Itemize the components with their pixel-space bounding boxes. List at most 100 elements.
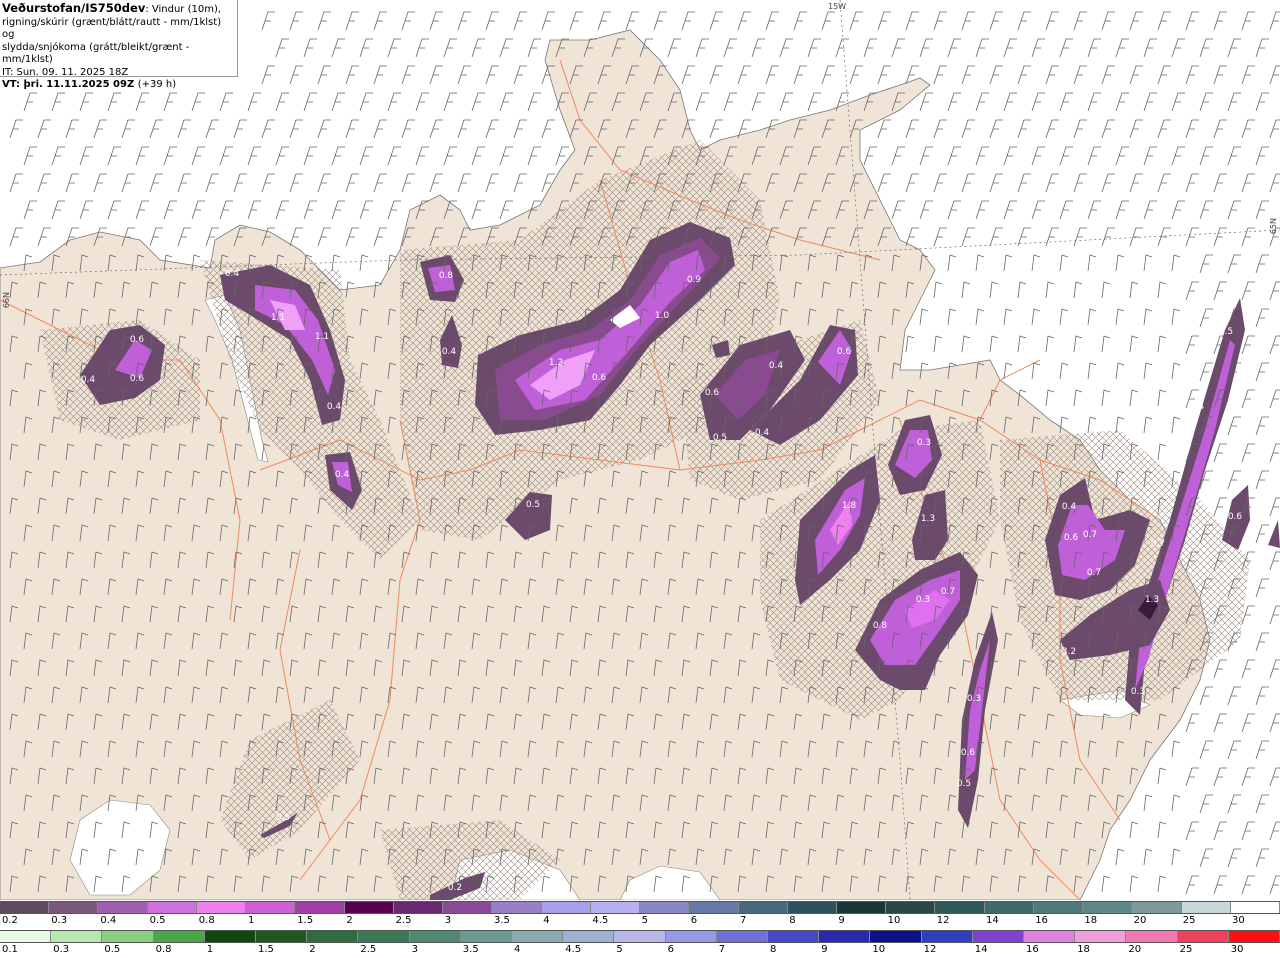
lat-label-left: 66N xyxy=(2,292,11,309)
legend-swatch xyxy=(886,902,936,913)
precip-value-label: 3.2 xyxy=(1062,647,1076,657)
legend-swatch xyxy=(492,902,542,913)
legend-tick-label: 8 xyxy=(789,915,796,926)
precip-value-label: 0.5 xyxy=(526,500,540,510)
legend-tick-label: 1.5 xyxy=(258,944,274,955)
legend-tick-label: 4 xyxy=(543,915,550,926)
legend-swatch xyxy=(256,931,308,942)
precip-value-label: 0.5 xyxy=(1219,327,1233,337)
legend-swatch xyxy=(935,902,985,913)
legend-tick-label: 0.2 xyxy=(2,915,18,926)
precip-value-label: 1.3 xyxy=(921,514,935,524)
legend-swatch xyxy=(1075,931,1127,942)
legend-tick-label: 9 xyxy=(838,915,845,926)
precip-value-label: 0.5 xyxy=(713,433,727,443)
precip-value-label: 0.3 xyxy=(916,595,930,605)
legend-tick-label: 12 xyxy=(936,915,950,926)
legend-swatch xyxy=(1177,931,1229,942)
legend-tick-label: 5 xyxy=(616,944,623,955)
legend-tick-label: 10 xyxy=(887,915,901,926)
legend-tick-label: 18 xyxy=(1084,915,1098,926)
legend-swatch xyxy=(590,902,641,913)
legend-swatch xyxy=(614,931,666,942)
legend-tick-label: 6 xyxy=(690,915,698,926)
legend-swatch xyxy=(1126,931,1178,942)
legend-tick-label: 12 xyxy=(923,944,937,955)
legend-swatch xyxy=(246,902,296,913)
legend-tick-label: 1 xyxy=(206,944,214,955)
legend-tick-label: 30 xyxy=(1232,915,1245,926)
legend-swatch xyxy=(0,931,52,942)
precip-value-label: 1.8 xyxy=(842,501,857,511)
precip-value-label: 0.6 xyxy=(705,388,720,398)
legend-tick-label: 14 xyxy=(974,944,988,955)
legend-swatch xyxy=(768,931,820,942)
legend-tick-label: 25 xyxy=(1182,915,1196,926)
legend-swatch xyxy=(204,931,257,942)
legend-swatch xyxy=(307,931,359,942)
precip-value-label: 0.2 xyxy=(448,883,462,893)
legend-swatch xyxy=(1033,902,1084,913)
legend-tick-label: 4.5 xyxy=(565,944,582,955)
legend-rain-ticks: 0.1 0.3 0.5 0.8 1 1.5 2 2.5 3 3.5 4 4.5 5 6 7 8 9 10 12 14 1… xyxy=(0,944,1280,957)
legend-swatch xyxy=(153,931,205,942)
legend-snow-swatches xyxy=(0,901,1280,914)
legend-tick-label: 20 xyxy=(1133,915,1147,926)
legend-tick-label: 8 xyxy=(770,944,777,955)
model-title: Veðurstofan/IS750dev xyxy=(2,1,146,15)
legend-swatch xyxy=(716,931,769,942)
legend-tick-label: 4.5 xyxy=(592,915,609,926)
legend-swatch xyxy=(512,931,564,942)
legend-tick-label: 1 xyxy=(248,915,255,926)
legend-swatch xyxy=(0,902,50,913)
precip-value-label: 0.3 xyxy=(967,694,981,704)
precip-value-label: 1.0 xyxy=(655,311,670,321)
valid-time: VT: þri. 11.11.2025 09Z (+39 h) xyxy=(2,79,177,90)
legend-tick-label: 3 xyxy=(411,944,418,955)
legend-swatch xyxy=(984,902,1034,913)
precip-value-label: 0.6 xyxy=(1064,533,1079,543)
precip-value-label: 1.2 xyxy=(549,358,563,368)
precip-value-label: 0.6 xyxy=(1228,512,1243,522)
legend-rain-swatches xyxy=(0,930,1280,943)
precip-value-label: 0.5 xyxy=(957,779,971,789)
legend-tick-label: 9 xyxy=(821,944,828,955)
legend-tick-label: 3 xyxy=(444,915,452,926)
precip-value-label: 0.4 xyxy=(1062,502,1077,512)
legend-swatch xyxy=(196,902,247,913)
precip-value-label: 1.1 xyxy=(315,332,329,342)
precip-value-label: 0.6 xyxy=(837,347,852,357)
precip-value-label: 0.9 xyxy=(687,275,702,285)
precip-value-label: 0.8 xyxy=(873,621,888,631)
legend-tick-label: 3.5 xyxy=(462,944,479,955)
legend-swatch xyxy=(344,902,394,913)
legend-tick-label: 14 xyxy=(986,915,999,926)
precip-value-label: 0.6 xyxy=(130,335,145,345)
legend-tick-label: 0.8 xyxy=(198,915,215,926)
legend-swatch xyxy=(295,902,345,913)
legend-tick-label: 0.4 xyxy=(100,915,117,926)
legend-tick-label: 2 xyxy=(346,915,353,926)
legend-swatch xyxy=(460,931,513,942)
legend-tick-label: 4 xyxy=(514,944,521,955)
legend-tick-label: 0.3 xyxy=(53,944,70,955)
weather-map: 0.4 1.1 1.1 0.4 0.8 0.4 0.9 1.0 1.2 0.6 0.6 0.6 0.4 0… xyxy=(0,0,1280,900)
legend-snow-ticks: 0.2 0.3 0.4 0.5 0.8 1 1.5 2 2.5 3 3.5 4 4.5 5 6 7 8 9 10 12… xyxy=(0,915,1280,928)
precip-value-label: 0.4 xyxy=(81,375,96,385)
init-time: IT: Sun. 09. 11. 2025 18Z xyxy=(2,66,129,78)
legend-swatch xyxy=(921,931,973,942)
precip-value-label: 0.4 xyxy=(755,428,770,438)
legend-swatch xyxy=(738,902,788,913)
forecast-offset: (+39 h) xyxy=(137,79,177,90)
legend-swatch xyxy=(819,931,871,942)
legend-tick-label: 0.1 xyxy=(2,944,18,955)
legend-swatch xyxy=(1228,931,1280,942)
legend-swatch xyxy=(98,902,148,913)
legend-swatch xyxy=(689,902,739,913)
precip-value-label: 0.6 xyxy=(592,373,607,383)
lon-label-top: 15W xyxy=(828,2,847,11)
precip-value-label: 0.4 xyxy=(327,402,342,412)
legend-rain: 0.1 0.3 0.5 0.8 1 1.5 2 2.5 3 3.5 4 4.5 5 6 7 8 9 10 12 14 1… xyxy=(0,929,1280,958)
desc-line-3: slydda/snjókoma (grátt/bleikt/grænt - mm… xyxy=(2,41,190,66)
legend-swatch xyxy=(1181,902,1231,913)
